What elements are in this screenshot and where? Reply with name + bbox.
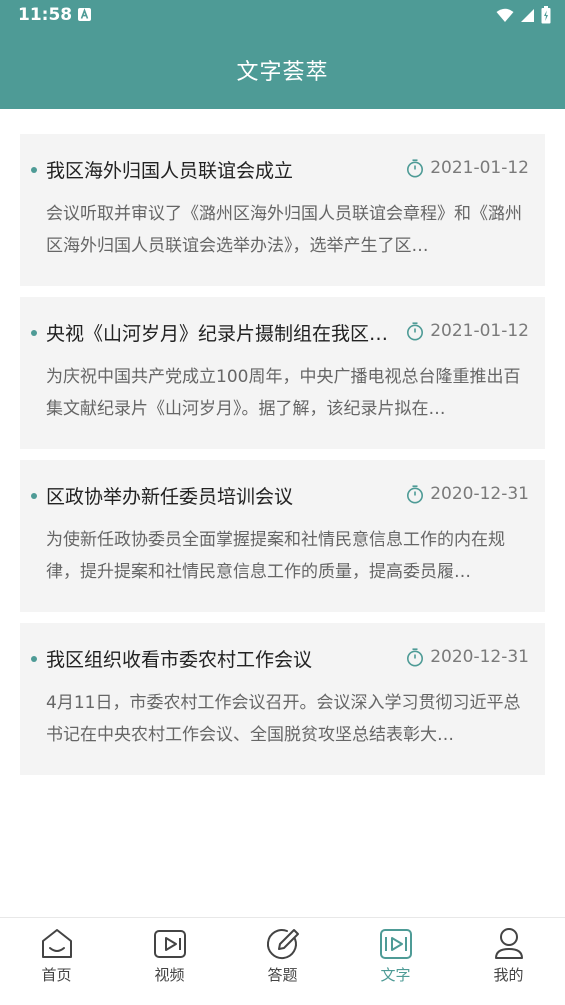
text-icon <box>379 929 412 959</box>
tab-quiz[interactable]: 答题 <box>226 918 339 1005</box>
tab-label: 我的 <box>493 966 524 984</box>
tab-label: 首页 <box>41 966 72 984</box>
bullet-dot <box>31 656 37 662</box>
bullet-dot <box>31 330 37 336</box>
signal-icon <box>521 8 534 22</box>
article-summary: 会议听取并审议了《潞州区海外归国人员联谊会章程》和《潞州区海外归国人员联谊会选举… <box>46 204 522 256</box>
article-title: 我区组织收看市委农村工作会议 <box>46 649 313 671</box>
article-card[interactable]: 区政协举办新任委员培训会议 2020-12-31 为使新任政协委员全面掌握提案和… <box>20 460 545 612</box>
page-title: 文字荟萃 <box>236 59 329 85</box>
article-card[interactable]: 我区组织收看市委农村工作会议 2020-12-31 4月11日，市委农村工作会议… <box>20 623 545 775</box>
bullet-dot <box>31 167 37 173</box>
profile-icon <box>494 928 523 959</box>
tab-profile[interactable]: 我的 <box>452 918 565 1005</box>
tab-home[interactable]: 首页 <box>0 918 113 1005</box>
article-date-group: 2020-12-31 <box>406 647 529 667</box>
article-card[interactable]: 央视《山河岁月》纪录片摄制组在我区… 2021-01-12 为庆祝中国共产党成立… <box>20 297 545 449</box>
timer-icon <box>407 647 424 666</box>
article-title: 我区海外归国人员联谊会成立 <box>46 160 294 182</box>
bullet-dot <box>31 493 37 499</box>
status-icons <box>496 6 551 24</box>
timer-icon <box>407 158 424 177</box>
status-time: 11:58 <box>18 5 73 25</box>
article-summary: 为庆祝中国共产党成立100周年，中央广播电视总台隆重推出百集文献纪录片《山河岁月… <box>46 367 521 419</box>
article-date: 2020-12-31 <box>430 647 529 667</box>
tab-label: 视频 <box>154 966 185 984</box>
tab-video[interactable]: 视频 <box>113 918 226 1005</box>
battery-icon <box>541 6 551 24</box>
article-title: 央视《山河岁月》纪录片摄制组在我区… <box>46 323 389 345</box>
tab-label: 答题 <box>267 966 298 984</box>
article-date-group: 2021-01-12 <box>406 158 529 178</box>
article-summary: 4月11日，市委农村工作会议召开。会议深入学习贯彻习近平总书记在中央农村工作会议… <box>46 693 521 745</box>
article-date: 2021-01-12 <box>430 158 529 178</box>
status-bar: 11:58 <box>0 0 565 30</box>
tab-label: 文字 <box>380 966 411 984</box>
bottom-tab-bar: 首页 视频 答题 文字 我的 <box>0 917 565 1005</box>
timer-icon <box>407 484 424 503</box>
notification-icon <box>78 8 91 21</box>
article-date: 2020-12-31 <box>430 484 529 504</box>
article-list: 我区海外归国人员联谊会成立 2021-01-12 会议听取并审议了《潞州区海外归… <box>20 134 545 786</box>
article-summary: 为使新任政协委员全面掌握提案和社情民意信息工作的内在规律，提升提案和社情民意信息… <box>46 530 505 582</box>
home-icon <box>41 929 72 958</box>
article-date-group: 2021-01-12 <box>406 321 529 341</box>
article-title: 区政协举办新任委员培训会议 <box>46 486 294 508</box>
pencil-icon <box>266 929 299 960</box>
wifi-icon <box>496 8 514 22</box>
video-icon <box>153 930 186 958</box>
article-date: 2021-01-12 <box>430 321 529 341</box>
article-card[interactable]: 我区海外归国人员联谊会成立 2021-01-12 会议听取并审议了《潞州区海外归… <box>20 134 545 286</box>
timer-icon <box>407 321 424 340</box>
article-date-group: 2020-12-31 <box>406 484 529 504</box>
tab-text[interactable]: 文字 <box>339 918 452 1005</box>
header: 文字荟萃 <box>0 30 565 109</box>
